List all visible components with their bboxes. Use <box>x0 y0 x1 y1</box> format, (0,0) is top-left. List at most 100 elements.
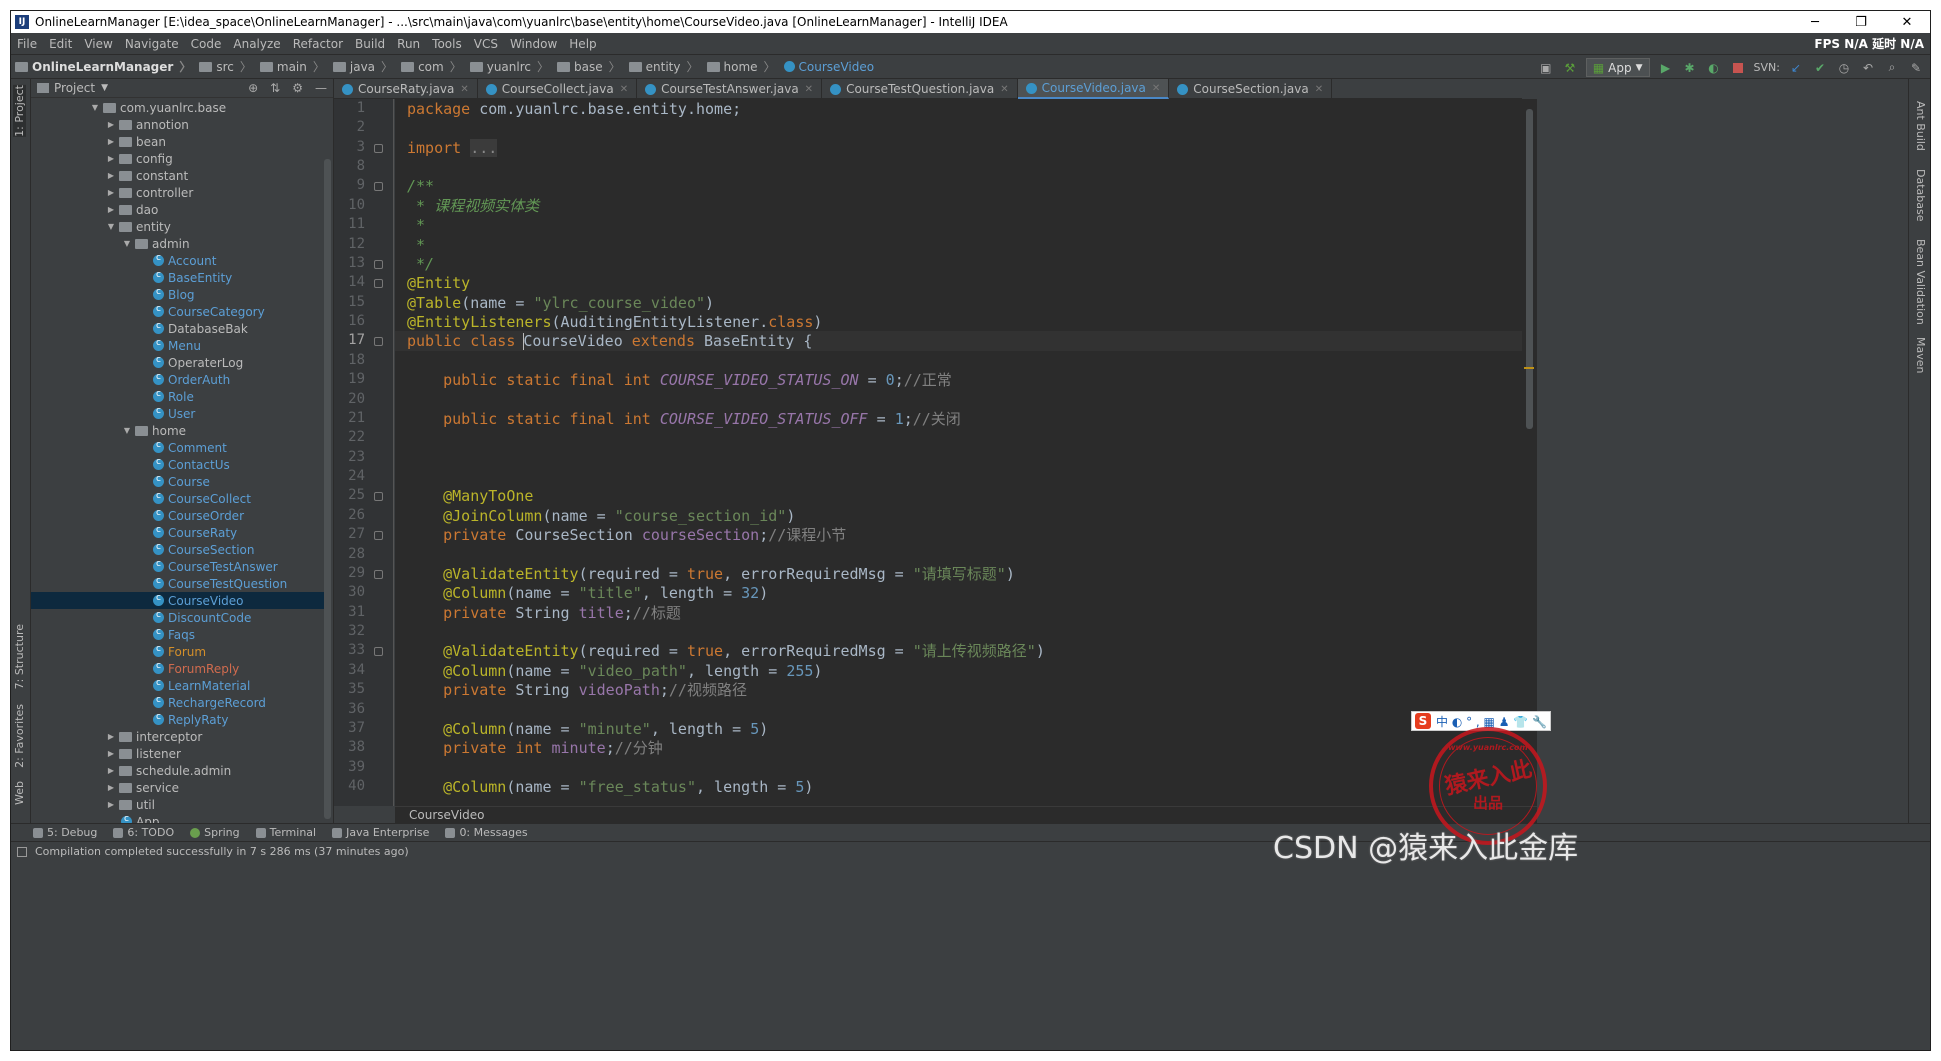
tree-class[interactable]: CourseCategory <box>31 303 327 320</box>
tool-tab-todo[interactable]: 6: TODO <box>113 826 174 839</box>
editor-tab[interactable]: CourseSection.java ✕ <box>1169 79 1333 99</box>
hide-icon[interactable]: — <box>315 81 327 95</box>
tool-tab-maven[interactable]: Maven <box>1914 337 1927 373</box>
fold-marker-icon[interactable] <box>374 279 383 288</box>
expand-arrow-icon[interactable]: ▼ <box>105 222 117 231</box>
breadcrumb-yuanlrc[interactable]: yuanlrc 〉 <box>466 58 553 75</box>
run-icon[interactable]: ▶ <box>1658 60 1674 76</box>
collapse-arrow-icon[interactable]: ▶ <box>105 154 117 163</box>
collapse-arrow-icon[interactable]: ▶ <box>105 188 117 197</box>
stop-icon[interactable] <box>1730 60 1746 76</box>
history-icon[interactable]: ◷ <box>1836 60 1852 76</box>
tree-class[interactable]: CourseVideo <box>31 592 327 609</box>
tree-class[interactable]: ReplyRaty <box>31 711 327 728</box>
collapse-arrow-icon[interactable]: ▶ <box>105 749 117 758</box>
menu-refactor[interactable]: Refactor <box>287 37 349 51</box>
menu-vcs[interactable]: VCS <box>468 37 504 51</box>
tree-folder[interactable]: ▼ home <box>31 422 327 439</box>
svn-update-icon[interactable]: ↙ <box>1788 60 1804 76</box>
tree-folder[interactable]: ▶ config <box>31 150 327 167</box>
close-tab-icon[interactable]: ✕ <box>805 84 813 95</box>
tree-folder[interactable]: ▶ schedule.admin <box>31 762 327 779</box>
breadcrumb-coursevideo[interactable]: CourseVideo <box>780 60 879 74</box>
fold-marker-icon[interactable] <box>374 144 383 153</box>
editor-tab[interactable]: CourseTestQuestion.java ✕ <box>822 79 1018 99</box>
project-structure-icon[interactable]: ▣ <box>1538 60 1554 76</box>
fold-marker-icon[interactable] <box>374 182 383 191</box>
project-view-select[interactable]: Project <box>54 81 95 95</box>
tree-folder[interactable]: ▶ interceptor <box>31 728 327 745</box>
tool-tab-messages[interactable]: 0: Messages <box>445 826 528 839</box>
tool-tab-database[interactable]: Database <box>1914 169 1927 222</box>
fold-marker-icon[interactable] <box>374 647 383 656</box>
collapse-arrow-icon[interactable]: ▶ <box>105 783 117 792</box>
code-breadcrumb[interactable]: CourseVideo <box>395 806 1537 823</box>
tree-folder[interactable]: ▼ entity <box>31 218 327 235</box>
breadcrumb-src[interactable]: src 〉 <box>195 58 256 75</box>
tree-folder[interactable]: ▶ util <box>31 796 327 813</box>
tree-class[interactable]: Comment <box>31 439 327 456</box>
breadcrumb-java[interactable]: java 〉 <box>329 58 397 75</box>
menu-run[interactable]: Run <box>391 37 426 51</box>
tree-class[interactable]: ContactUs <box>31 456 327 473</box>
tree-class[interactable]: CourseTestAnswer <box>31 558 327 575</box>
collapse-arrow-icon[interactable]: ▶ <box>105 171 117 180</box>
tool-tab-ant-build[interactable]: Ant Build <box>1914 101 1927 151</box>
tool-tab-debug[interactable]: 5: Debug <box>33 826 97 839</box>
menu-window[interactable]: Window <box>504 37 563 51</box>
editor-tab[interactable]: CourseTestAnswer.java ✕ <box>637 79 823 99</box>
collapse-arrow-icon[interactable]: ▶ <box>105 766 117 775</box>
breadcrumb-main[interactable]: main 〉 <box>256 58 329 75</box>
tree-class[interactable]: Course <box>31 473 327 490</box>
menu-view[interactable]: View <box>78 37 118 51</box>
tool-tab-spring[interactable]: Spring <box>190 826 240 839</box>
tool-tab-structure[interactable]: 7: Structure <box>13 624 26 689</box>
expand-arrow-icon[interactable]: ▼ <box>121 239 133 248</box>
close-button[interactable]: ✕ <box>1884 15 1930 30</box>
tree-class[interactable]: User <box>31 405 327 422</box>
close-tab-icon[interactable]: ✕ <box>1000 84 1008 95</box>
editor-tab[interactable]: CourseCollect.java ✕ <box>478 79 638 99</box>
tree-folder[interactable]: ▶ service <box>31 779 327 796</box>
menu-navigate[interactable]: Navigate <box>119 37 185 51</box>
fold-marker-icon[interactable] <box>374 531 383 540</box>
breadcrumb-com[interactable]: com 〉 <box>397 58 466 75</box>
tree-folder[interactable]: ▶ listener <box>31 745 327 762</box>
menu-edit[interactable]: Edit <box>43 37 78 51</box>
tree-class[interactable]: RechargeRecord <box>31 694 327 711</box>
editor-tab[interactable]: CourseVideo.java ✕ <box>1017 79 1170 99</box>
tool-tab-web[interactable]: Web <box>13 781 26 805</box>
close-tab-icon[interactable]: ✕ <box>1315 84 1323 95</box>
menu-tools[interactable]: Tools <box>426 37 468 51</box>
svn-commit-icon[interactable]: ✔ <box>1812 60 1828 76</box>
expand-arrow-icon[interactable]: ▼ <box>121 426 133 435</box>
menu-code[interactable]: Code <box>185 37 228 51</box>
code-editor[interactable]: package com.yuanlrc.base.entity.home; im… <box>395 99 1537 806</box>
build-hammer-icon[interactable]: ⚒ <box>1562 60 1578 76</box>
maximize-button[interactable]: ❐ <box>1838 15 1884 30</box>
fold-marker-icon[interactable] <box>374 337 383 346</box>
tree-class[interactable]: Account <box>31 252 327 269</box>
close-tab-icon[interactable]: ✕ <box>1152 83 1160 94</box>
minimize-button[interactable]: ─ <box>1792 15 1838 30</box>
tool-tab-bean-validation[interactable]: Bean Validation <box>1914 239 1927 325</box>
collapse-arrow-icon[interactable]: ▶ <box>105 137 117 146</box>
search-icon[interactable]: ⌕ <box>1884 60 1900 76</box>
tree-class[interactable]: Role <box>31 388 327 405</box>
tree-class[interactable]: CourseSection <box>31 541 327 558</box>
breadcrumb-entity[interactable]: entity 〉 <box>625 58 703 75</box>
collapse-arrow-icon[interactable]: ▶ <box>105 800 117 809</box>
fold-marker-icon[interactable] <box>374 492 383 501</box>
tree-folder[interactable]: ▶ controller <box>31 184 327 201</box>
fold-marker-icon[interactable] <box>374 260 383 269</box>
breadcrumb-home[interactable]: home 〉 <box>703 58 780 75</box>
run-configuration-select[interactable]: ▦ App ▼ <box>1585 58 1650 77</box>
tree-class[interactable]: CourseTestQuestion <box>31 575 327 592</box>
breadcrumb-base[interactable]: base 〉 <box>553 58 625 75</box>
breadcrumb-project[interactable]: OnlineLearnManager 〉 <box>11 58 195 75</box>
tree-folder[interactable]: ▶ annotion <box>31 116 327 133</box>
warning-marker[interactable] <box>1524 367 1534 369</box>
close-tab-icon[interactable]: ✕ <box>460 84 468 95</box>
tree-class[interactable]: BaseEntity <box>31 269 327 286</box>
expand-arrow-icon[interactable]: ▼ <box>89 103 101 112</box>
